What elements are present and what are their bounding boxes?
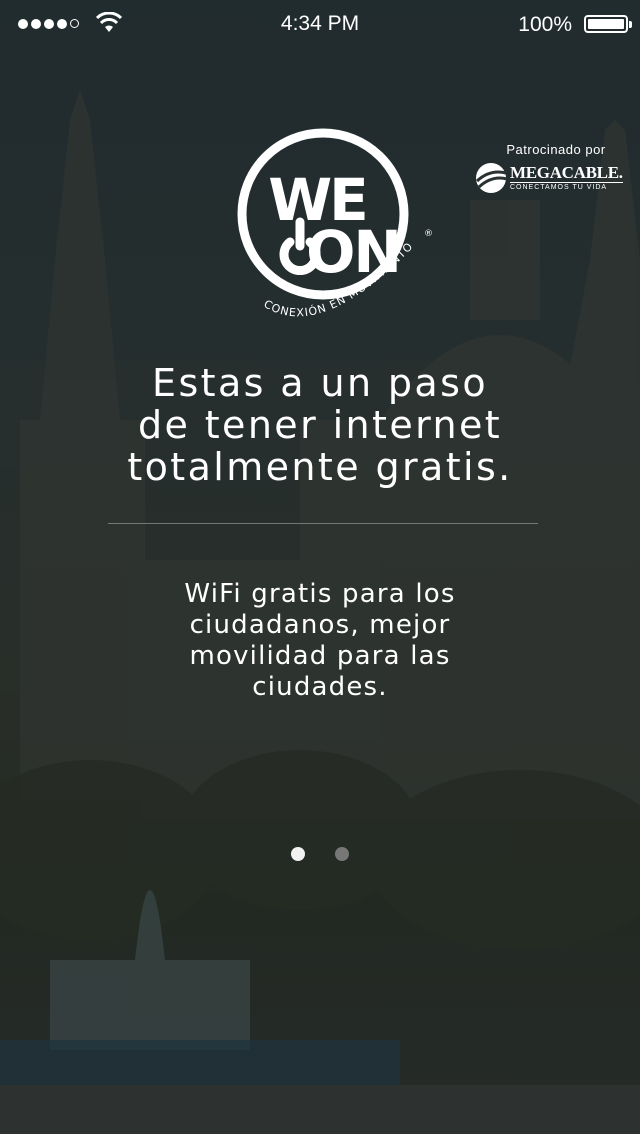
battery-percentage: 100% (518, 13, 572, 36)
weon-logo: WE ON CONEXIÓN EN MOVIMIENTO ® (237, 128, 433, 319)
battery-icon (584, 15, 632, 33)
headline-line-3: totalmente gratis. (127, 445, 513, 489)
subheadline-line-1: WiFi gratis para los (184, 579, 456, 609)
headline-line-1: Estas a un paso (152, 361, 488, 405)
sponsor-label: Patrocinado por (506, 142, 606, 157)
subheadline-line-2: ciudadanos, mejor (189, 610, 451, 640)
subheadline-line-3: movilidad para las (189, 641, 451, 671)
headline-line-2: de tener internet (137, 403, 503, 447)
sponsor-name: MEGACABLE. (510, 162, 623, 182)
page-dot-2[interactable] (335, 847, 349, 861)
onboarding-screen: 4:34 PM 100% WE ON CONEXIÓN EN MOVIMIENT… (0, 0, 640, 1134)
divider (108, 523, 538, 524)
sponsor-tagline: CONECTAMOS TU VIDA (510, 181, 623, 191)
subheadline: WiFi gratis para los ciudadanos, mejor m… (0, 579, 640, 703)
page-dot-1[interactable] (291, 847, 305, 861)
headline: Estas a un paso de tener internet totalm… (0, 362, 640, 488)
megacable-logo-icon (475, 163, 508, 193)
subheadline-line-4: ciudades. (252, 672, 388, 702)
logo-registered-mark: ® (424, 229, 433, 239)
status-bar: 4:34 PM 100% (0, 0, 640, 52)
page-indicator[interactable] (0, 847, 640, 861)
sponsor-badge: Patrocinado por MEGACABLE. CONECTAMOS TU… (474, 142, 624, 193)
